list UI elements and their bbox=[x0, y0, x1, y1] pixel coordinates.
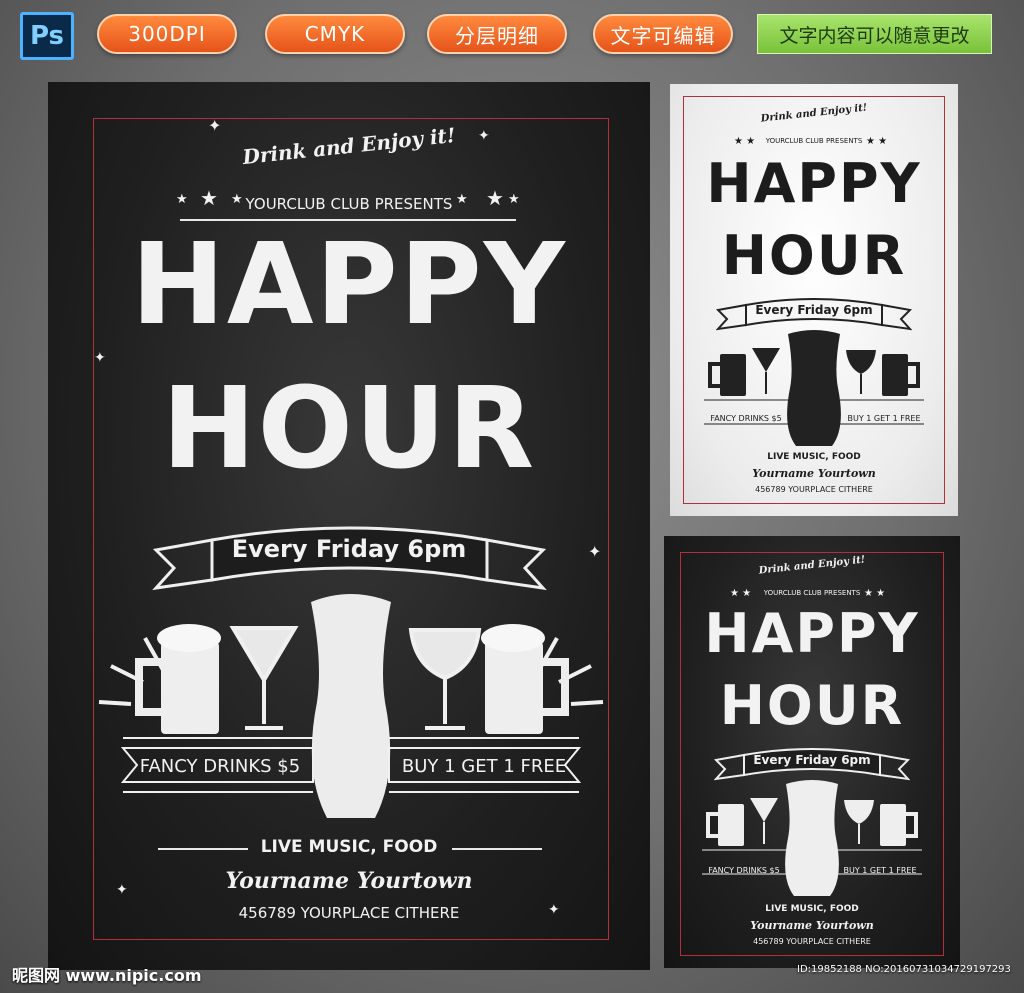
editable-badge: 文字可编辑 bbox=[593, 14, 733, 54]
beer-mug-right-icon bbox=[481, 624, 569, 734]
poster-banner-text: Every Friday 6pm bbox=[231, 535, 467, 563]
poster-extras: LIVE MUSIC, FOOD bbox=[260, 837, 438, 857]
glassware-illustration bbox=[704, 330, 924, 446]
star-icon: ★ ★ bbox=[864, 588, 886, 599]
poster-title-line1: HAPPY bbox=[704, 602, 920, 665]
beer-mug-left-icon bbox=[708, 354, 746, 396]
beer-mug-right-icon bbox=[882, 354, 920, 396]
star-icon: ★ ★ bbox=[866, 136, 888, 147]
beer-mug-left-icon bbox=[135, 624, 221, 734]
dpi-badge: 300DPI bbox=[97, 14, 237, 54]
photoshop-icon: Ps bbox=[20, 12, 74, 60]
right-offer: BUY 1 GET 1 FREE bbox=[847, 414, 921, 423]
sparkle-icon: ✦ bbox=[94, 350, 106, 366]
poster-title-line2: HOUR bbox=[719, 674, 905, 737]
poster-extras: LIVE MUSIC, FOOD bbox=[767, 452, 861, 462]
layers-badge: 分层明细 bbox=[427, 14, 567, 54]
top-badge-bar: Ps 300DPI CMYK 分层明细 文字可编辑 文字内容可以随意更改 bbox=[0, 0, 1024, 62]
martini-glass-left-icon bbox=[750, 798, 778, 844]
poster-title-line2: HOUR bbox=[161, 364, 537, 494]
pint-glass-icon bbox=[311, 594, 391, 818]
beer-mug-right-icon bbox=[880, 804, 918, 846]
right-offer: BUY 1 GET 1 FREE bbox=[401, 756, 567, 777]
watermark-id: ID:19852188 NO:20160731034729197293 bbox=[797, 964, 1011, 975]
margarita-glass-right-icon bbox=[844, 800, 874, 844]
poster-venue: Yourname Yourtown bbox=[752, 467, 876, 480]
glassware-illustration bbox=[98, 594, 604, 818]
poster-address: 456789 YOURPLACE CITHERE bbox=[753, 937, 871, 946]
beer-mug-left-icon bbox=[706, 804, 744, 846]
sparkle-icon: ✦ bbox=[116, 882, 128, 898]
poster-address: 456789 YOURPLACE CITHERE bbox=[755, 485, 873, 494]
poster-venue: Yourname Yourtown bbox=[225, 868, 473, 894]
sparkle-icon: ✦ bbox=[588, 542, 602, 561]
left-offer: FANCY DRINKS $5 bbox=[708, 866, 780, 875]
pint-glass-icon bbox=[785, 780, 839, 896]
sparkle-icon: ✦ bbox=[548, 902, 560, 918]
pint-glass-icon bbox=[787, 330, 841, 446]
poster-title-line1: HAPPY bbox=[706, 152, 922, 215]
poster-title-line1: HAPPY bbox=[131, 220, 567, 350]
sparkle-icon: ✦ bbox=[478, 128, 490, 144]
sparkle-icon: ✦ bbox=[208, 116, 222, 135]
left-offer: FANCY DRINKS $5 bbox=[139, 756, 301, 777]
poster-banner-text: Every Friday 6pm bbox=[755, 303, 873, 317]
martini-glass-left-icon bbox=[229, 626, 299, 730]
poster-presents: YOURCLUB CLUB PRESENTS bbox=[763, 589, 861, 597]
divider bbox=[452, 848, 542, 850]
star-icon: ★ bbox=[508, 192, 520, 207]
right-offer: BUY 1 GET 1 FREE bbox=[843, 866, 917, 875]
star-icon: ★ bbox=[486, 186, 504, 210]
poster-title-line2: HOUR bbox=[721, 224, 907, 287]
margarita-glass-right-icon bbox=[846, 350, 876, 394]
glassware-illustration bbox=[702, 780, 922, 896]
poster-banner-text: Every Friday 6pm bbox=[753, 753, 871, 767]
watermark-site: 昵图网 www.nipic.com bbox=[12, 966, 202, 985]
poster-venue: Yourname Yourtown bbox=[750, 919, 874, 932]
margarita-glass-right-icon bbox=[408, 628, 482, 730]
martini-glass-left-icon bbox=[752, 348, 780, 394]
left-offer: FANCY DRINKS $5 bbox=[710, 414, 782, 423]
poster-extras: LIVE MUSIC, FOOD bbox=[765, 904, 859, 914]
star-icon: ★ bbox=[456, 192, 468, 207]
preview-poster-dark: Drink and Enjoy it! ★ ★ YOURCLUB CLUB PR… bbox=[664, 536, 960, 968]
main-poster: Drink and Enjoy it! ★ ★ ★ YOURCLUB CLUB … bbox=[48, 82, 650, 970]
cmyk-badge: CMYK bbox=[265, 14, 405, 54]
editable-note-badge: 文字内容可以随意更改 bbox=[757, 14, 992, 54]
poster-presents: YOURCLUB CLUB PRESENTS bbox=[765, 137, 863, 145]
poster-presents: YOURCLUB CLUB PRESENTS bbox=[245, 195, 453, 213]
preview-poster-light: Drink and Enjoy it! ★ ★ YOURCLUB CLUB PR… bbox=[670, 84, 958, 516]
